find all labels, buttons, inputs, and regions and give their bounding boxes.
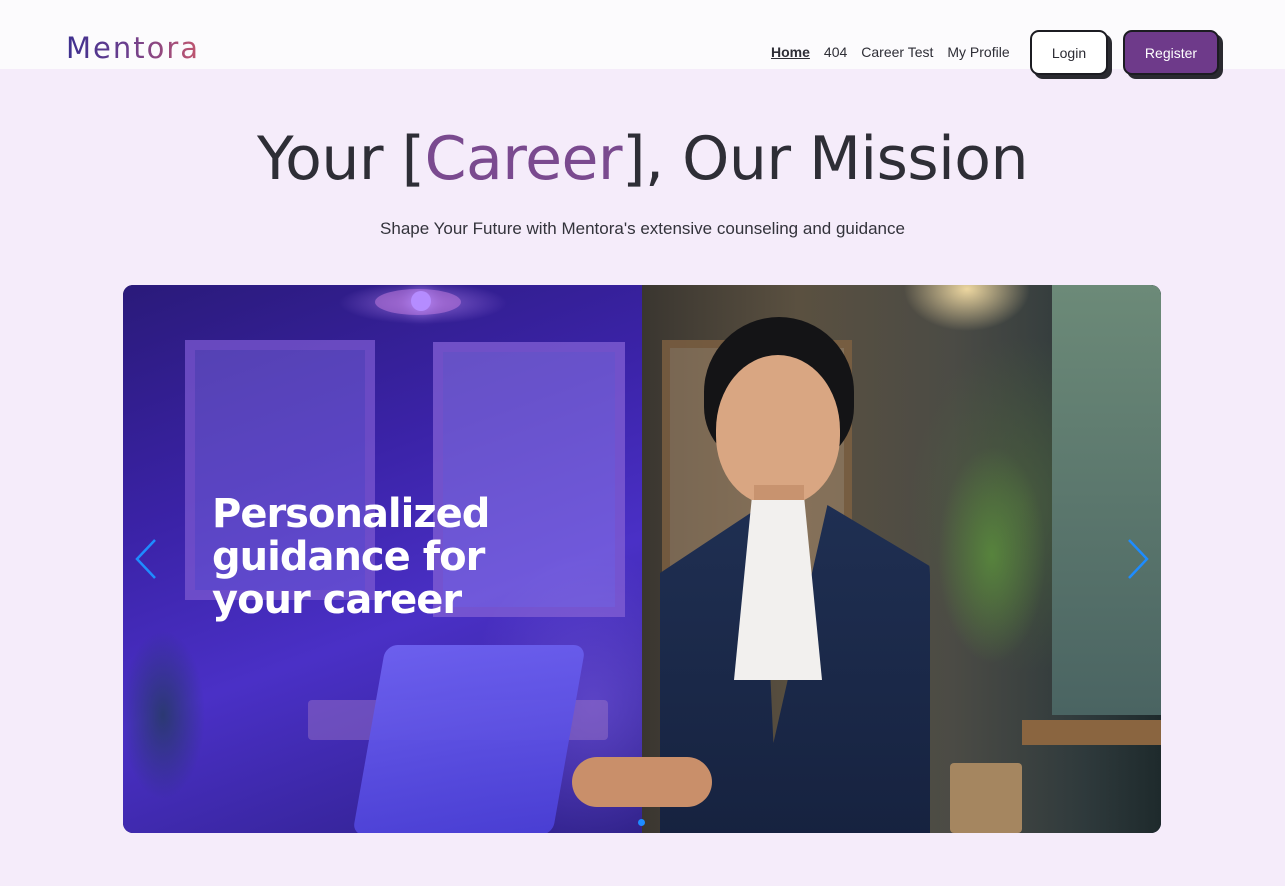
hero-title-accent: Career: [424, 124, 623, 194]
nav-link-my-profile[interactable]: My Profile: [947, 44, 1009, 60]
laptop: [352, 645, 586, 833]
hero-subtitle: Shape Your Future with Mentora's extensi…: [380, 219, 905, 238]
carousel-next-button[interactable]: [1123, 538, 1153, 580]
chevron-left-icon: [135, 539, 156, 579]
hero-title: Your [Career], Our Mission: [0, 124, 1285, 194]
hero-carousel: Personalized guidance for your career: [123, 285, 1161, 833]
plant-pot: [950, 763, 1022, 833]
plant: [912, 395, 1072, 765]
carousel-prev-button[interactable]: [131, 538, 161, 580]
carousel-dot-active[interactable]: [638, 819, 645, 826]
login-button[interactable]: Login: [1030, 30, 1108, 75]
slide-photo-counselor: [572, 285, 1161, 833]
nav-link-career-test[interactable]: Career Test: [861, 44, 933, 60]
hero-title-prefix: Your [: [256, 124, 425, 194]
carousel-indicators: [638, 819, 645, 826]
nav-links: Home 404 Career Test My Profile: [771, 44, 1024, 60]
nav-link-404[interactable]: 404: [824, 44, 847, 60]
navbar: Mentora Home 404 Career Test My Profile …: [0, 0, 1285, 75]
slide-office-background: Personalized guidance for your career: [123, 285, 642, 833]
lamp-bulb: [411, 291, 431, 311]
register-button[interactable]: Register: [1123, 30, 1219, 75]
person-face: [716, 355, 840, 505]
chevron-right-icon: [1128, 539, 1149, 579]
hero-title-suffix: ], Our Mission: [622, 124, 1028, 194]
shelf: [1022, 720, 1161, 745]
brand-logo[interactable]: Mentora: [66, 34, 200, 63]
slide-heading: Personalized guidance for your career: [212, 491, 490, 623]
nav-link-home[interactable]: Home: [771, 44, 810, 60]
person-hands: [572, 757, 712, 807]
